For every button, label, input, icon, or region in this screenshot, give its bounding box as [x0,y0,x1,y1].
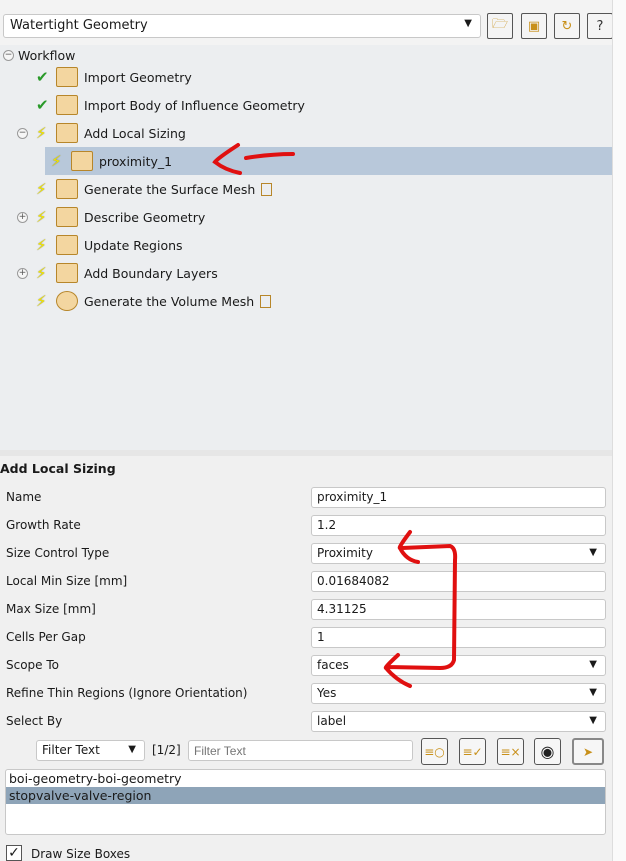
annotation-arrow-scope [383,530,458,688]
red-annotations [212,143,458,688]
annotation-arrow-proximity [212,143,295,175]
